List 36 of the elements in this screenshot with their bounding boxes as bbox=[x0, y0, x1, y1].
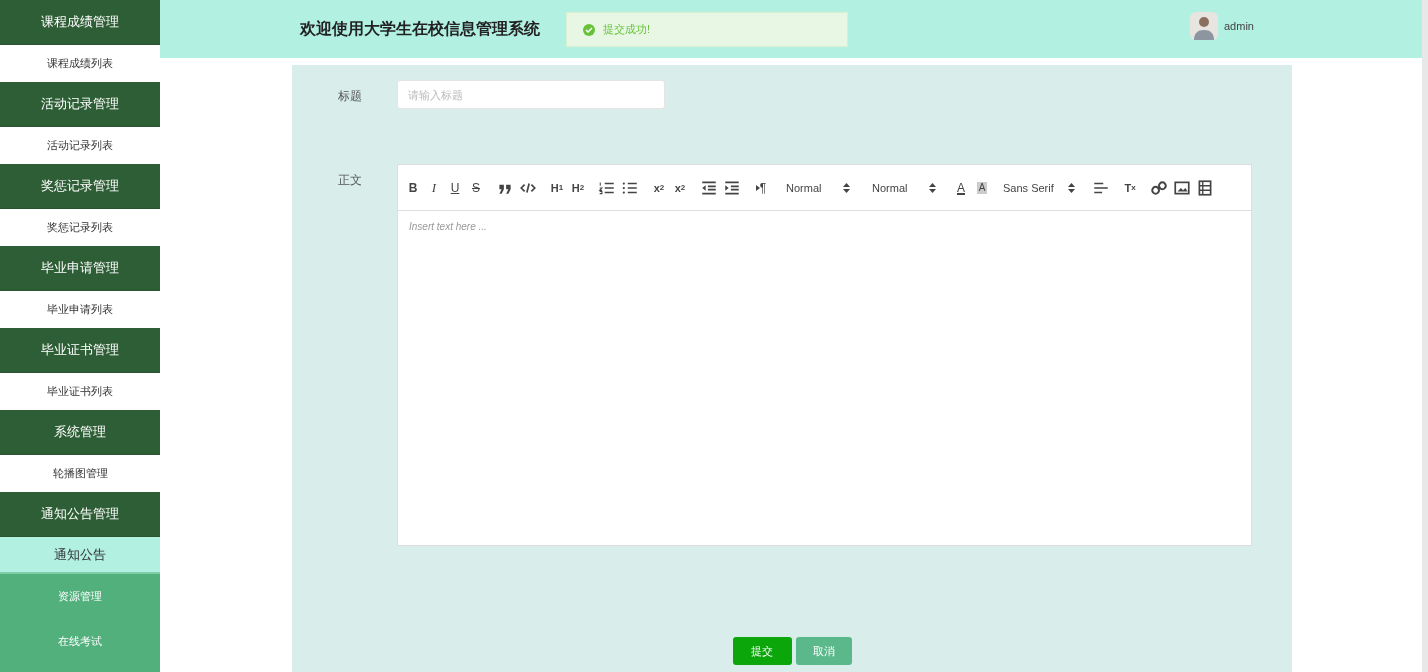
user-name[interactable]: admin bbox=[1224, 20, 1254, 32]
field-label: 正文 bbox=[338, 172, 363, 189]
sidebar-group[interactable]: 奖惩记录管理 bbox=[0, 164, 160, 209]
text-color-button[interactable]: A bbox=[952, 177, 970, 198]
underline-button[interactable]: U bbox=[446, 177, 464, 198]
title-input[interactable]: 请输入标题 bbox=[397, 80, 665, 109]
text-direction-button[interactable]: ¶ bbox=[752, 177, 770, 198]
dropdown[interactable]: Normal bbox=[866, 177, 942, 198]
toast-message: 提交成功! bbox=[603, 22, 651, 37]
avatar-icon[interactable] bbox=[1190, 12, 1218, 40]
triangle-icon[interactable] bbox=[755, 184, 760, 191]
check-icon bbox=[583, 23, 595, 36]
sidebar-group[interactable]: 活动记录管理 bbox=[0, 82, 160, 127]
strikethrough-button[interactable]: S bbox=[467, 177, 485, 198]
sidebar-group[interactable]: 毕业申请管理 bbox=[0, 246, 160, 291]
sidebar-item[interactable]: 课程成绩列表 bbox=[0, 45, 160, 82]
page-title: 欢迎使用大学生在校信息管理系统 bbox=[300, 18, 540, 39]
sort-arrows-icon[interactable] bbox=[843, 182, 850, 193]
highlight-button[interactable]: A bbox=[977, 181, 987, 194]
bold-button[interactable]: B bbox=[404, 177, 422, 198]
sidebar-item[interactable]: 毕业申请列表 bbox=[0, 291, 160, 328]
sidebar-item[interactable]: 毕业证书列表 bbox=[0, 373, 160, 410]
sidebar-item[interactable]: 通知公告 bbox=[0, 537, 160, 574]
sidebar-group[interactable]: 通知公告管理 bbox=[0, 492, 160, 537]
dropdown[interactable]: Sans Serif bbox=[997, 177, 1081, 198]
sidebar-item[interactable]: 活动记录列表 bbox=[0, 127, 160, 164]
sort-arrows-icon[interactable] bbox=[1068, 182, 1075, 193]
field-label: 标题 bbox=[338, 88, 363, 105]
sidebar-group[interactable]: 课程成绩管理 bbox=[0, 0, 160, 45]
dropdown[interactable]: Normal bbox=[780, 177, 856, 198]
italic-button[interactable]: I bbox=[425, 177, 443, 198]
sort-arrows-icon[interactable] bbox=[929, 182, 936, 193]
sidebar-item[interactable]: 奖惩记录列表 bbox=[0, 209, 160, 246]
sidebar-group[interactable]: 系统管理 bbox=[0, 410, 160, 455]
sidebar-group[interactable]: 毕业证书管理 bbox=[0, 328, 160, 373]
sidebar-item[interactable]: 轮播图管理 bbox=[0, 455, 160, 492]
